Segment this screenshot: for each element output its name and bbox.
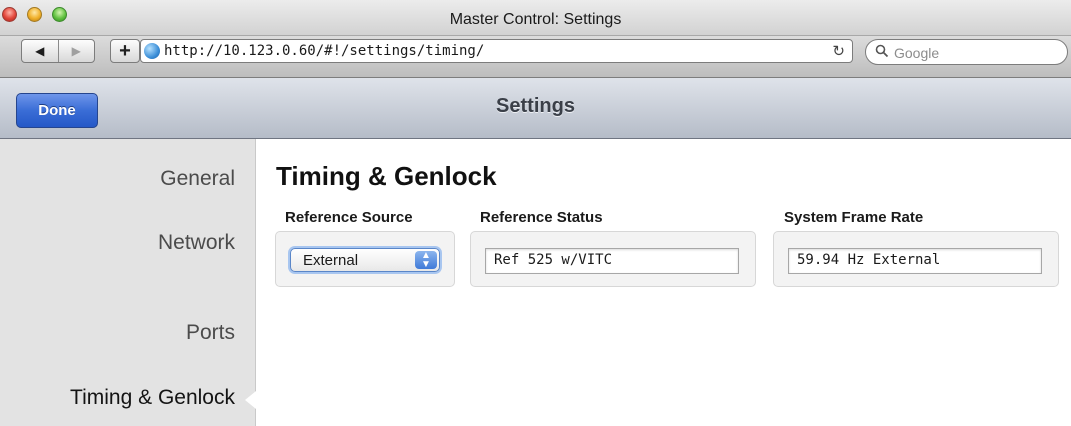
reload-icon[interactable]: ↻	[832, 42, 845, 60]
reference-source-value: External	[303, 252, 359, 269]
forward-arrow-icon: ▶	[71, 44, 81, 58]
reference-status-field[interactable]: Ref 525 w/VITC	[485, 248, 739, 274]
back-arrow-icon: ◀	[35, 44, 45, 58]
window-title: Master Control: Settings	[449, 11, 622, 28]
address-bar[interactable]: http://10.123.0.60/#!/settings/timing/ ↻	[140, 39, 853, 63]
plus-icon: +	[119, 39, 131, 62]
url-text: http://10.123.0.60/#!/settings/timing/	[164, 43, 485, 59]
search-input[interactable]: Google	[865, 39, 1068, 65]
nav-button-group: ◀ ▶	[21, 39, 95, 63]
reference-source-select[interactable]: External ▲ ▼	[290, 248, 440, 272]
active-item-indicator	[245, 391, 256, 409]
settings-sidebar: General Network Ports Timing & Genlock	[0, 139, 256, 426]
system-frame-rate-label: System Frame Rate	[784, 209, 924, 226]
settings-content: Timing & Genlock Reference Source Extern…	[256, 139, 1071, 426]
reference-source-label: Reference Source	[285, 209, 413, 226]
reference-status-panel: Ref 525 w/VITC	[470, 231, 756, 287]
reference-source-panel: External ▲ ▼	[275, 231, 455, 287]
reference-status-label: Reference Status	[480, 209, 603, 226]
system-frame-rate-value: 59.94 Hz External	[797, 252, 941, 268]
reference-status-value: Ref 525 w/VITC	[494, 252, 613, 268]
browser-toolbar: ◀ ▶ + http://10.123.0.60/#!/settings/tim…	[0, 36, 1071, 78]
system-frame-rate-field[interactable]: 59.94 Hz External	[788, 248, 1042, 274]
search-icon	[875, 44, 889, 61]
page-title: Settings	[496, 95, 575, 117]
add-bookmark-button[interactable]: +	[110, 39, 140, 63]
system-frame-rate-panel: 59.94 Hz External	[773, 231, 1059, 287]
settings-header: Done Settings	[0, 78, 1071, 139]
section-title: Timing & Genlock	[276, 161, 497, 191]
globe-icon	[144, 43, 160, 59]
forward-button[interactable]: ▶	[57, 40, 95, 62]
sidebar-item-timing-genlock[interactable]: Timing & Genlock	[70, 386, 235, 410]
sidebar-item-ports[interactable]: Ports	[186, 321, 235, 345]
search-placeholder: Google	[894, 45, 940, 61]
back-button[interactable]: ◀	[22, 40, 58, 62]
select-stepper-icon: ▲ ▼	[415, 251, 437, 270]
sidebar-item-network[interactable]: Network	[158, 231, 235, 255]
window-titlebar: Master Control: Settings	[0, 0, 1071, 36]
sidebar-item-general[interactable]: General	[160, 167, 235, 191]
